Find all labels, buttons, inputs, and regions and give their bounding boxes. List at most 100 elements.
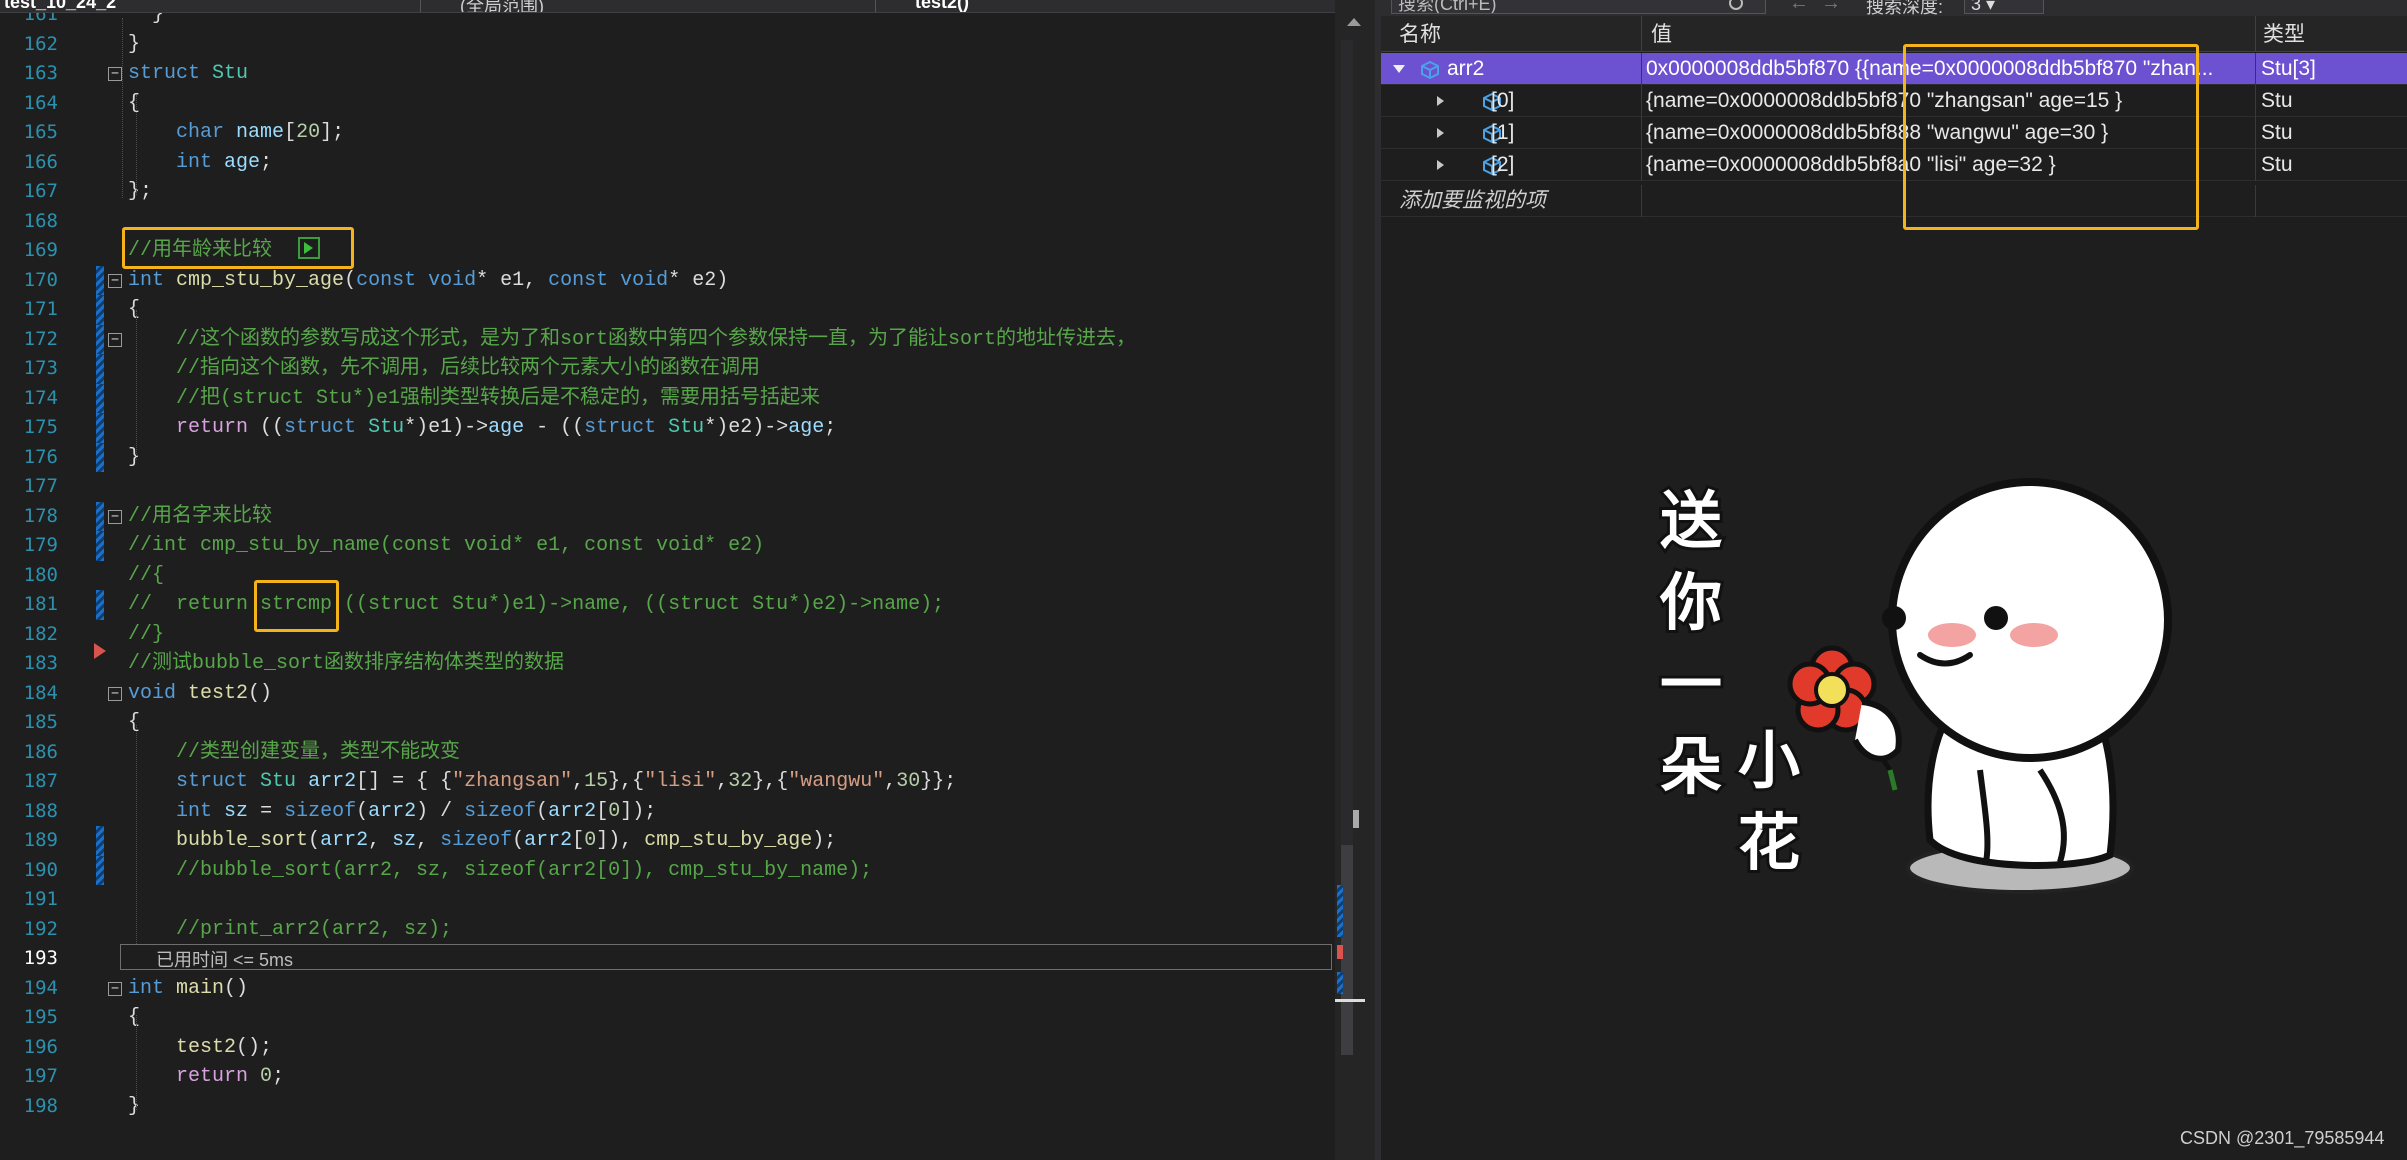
add-watch-row[interactable]: 添加要监视的项 [1381, 185, 2407, 217]
search-input[interactable]: 搜索(Ctrl+E) [1391, 0, 1766, 14]
add-watch-placeholder[interactable]: 添加要监视的项 [1399, 185, 1546, 217]
code-line[interactable]: 176} [0, 442, 1335, 473]
code-line[interactable]: 179 //int cmp_stu_by_name(const void* e1,… [0, 531, 1335, 561]
fold-toggle-icon[interactable]: − [108, 686, 122, 701]
code-text[interactable]: //bubble_sort(arr2, sz, sizeof(arr2[0]),… [128, 856, 872, 886]
code-editor[interactable]: 161 } 162} 163− struct Stu 164{165 char name… [0, 0, 1335, 1160]
code-line[interactable]: 180 //{ [0, 561, 1335, 591]
code-line[interactable]: 162} [0, 30, 1335, 60]
code-line[interactable]: 183 //测试bubble_sort函数排序结构体类型的数据 [0, 649, 1335, 679]
column-header-value[interactable]: 值 [1651, 16, 1672, 52]
code-line[interactable]: 192 //print_arr2(arr2, sz); [0, 915, 1335, 945]
code-line[interactable]: 174 //把(struct Stu*)e1强制类型转换后是不稳定的，需要用括号… [0, 383, 1335, 414]
fold-toggle-icon[interactable]: − [108, 67, 122, 81]
watch-name[interactable]: [0] [1491, 85, 1514, 117]
fold-toggle-icon[interactable]: − [108, 509, 122, 524]
fold-toggle-icon[interactable]: − [108, 273, 122, 288]
member-dropdown[interactable]: test2() [915, 0, 969, 12]
search-depth-select[interactable]: 3 ▾ [1964, 0, 2044, 14]
code-text[interactable]: { [128, 89, 140, 119]
code-line[interactable]: 194 − int main() [0, 974, 1335, 1004]
code-text[interactable]: struct Stu arr2[] = { {"zhangsan",15},{"… [128, 767, 956, 797]
code-text[interactable]: //这个函数的参数写成这个形式，是为了和sort函数中第四个参数保持一直，为了能… [128, 325, 1136, 355]
code-text[interactable]: struct Stu [128, 59, 248, 89]
scroll-up-icon[interactable] [1347, 18, 1361, 26]
code-line[interactable]: 166 int age; [0, 148, 1335, 178]
code-line[interactable]: 172 − //这个函数的参数写成这个形式，是为了和sort函数中第四个参数保持一… [0, 324, 1335, 355]
code-line[interactable]: 195 { [0, 1003, 1335, 1033]
arrow-right-icon[interactable]: → [1821, 0, 1841, 15]
code-text[interactable]: void test2() [128, 679, 272, 709]
code-text[interactable]: int cmp_stu_by_age(const void* e1, const… [128, 266, 728, 296]
code-line[interactable]: 188 int sz = sizeof(arr2) / sizeof(arr2[… [0, 797, 1335, 827]
code-line[interactable]: 175 return ((struct Stu*)e1)->age - ((st… [0, 413, 1335, 443]
watch-name[interactable]: arr2 [1447, 53, 1484, 85]
watch-row[interactable]: [0] {name=0x0000008ddb5bf870 "zhangsan" a… [1381, 85, 2407, 117]
code-text[interactable]: //{ [128, 561, 164, 591]
editor-vertical-scrollbar[interactable] [1335, 0, 1375, 1160]
arrow-left-icon[interactable]: ← [1789, 0, 1809, 15]
code-line[interactable]: 182 //} [0, 620, 1335, 650]
code-line[interactable]: 185 { [0, 708, 1335, 738]
column-header-type[interactable]: 类型 [2263, 16, 2305, 52]
watch-row[interactable]: [1] {name=0x0000008ddb5bf888 "wangwu" age… [1381, 117, 2407, 149]
watch-row[interactable]: arr2 0x0000008ddb5bf870 {{name=0x0000008d… [1381, 53, 2407, 85]
code-line[interactable]: 178 −//用名字来比较 [0, 501, 1335, 532]
code-line[interactable]: 167}; [0, 177, 1335, 207]
code-line[interactable]: 196 test2(); [0, 1033, 1335, 1063]
code-text[interactable]: int sz = sizeof(arr2) / sizeof(arr2[0]); [128, 797, 656, 827]
expand-arrow-icon[interactable] [1437, 160, 1444, 170]
code-text[interactable]: char name[20]; [128, 118, 344, 148]
expand-arrow-icon[interactable] [1437, 128, 1444, 138]
code-text[interactable]: // return strcmp ((struct Stu*)e1)->name… [128, 590, 944, 620]
code-line[interactable]: 163 − struct Stu [0, 59, 1335, 89]
code-text[interactable]: int main() [128, 974, 248, 1004]
project-dropdown[interactable]: test_10_24_2 [4, 0, 116, 12]
code-line[interactable]: 181 // return strcmp ((struct Stu*)e1)->n… [0, 590, 1335, 620]
code-text[interactable]: }; [128, 177, 152, 207]
fold-toggle-icon[interactable]: − [108, 332, 122, 347]
code-text[interactable]: //指向这个函数，先不调用，后续比较两个元素大小的函数在调用 [128, 354, 760, 384]
watch-name[interactable]: [1] [1491, 117, 1514, 149]
code-line[interactable]: 190 //bubble_sort(arr2, sz, sizeof(arr2[… [0, 855, 1335, 886]
expand-arrow-icon[interactable] [1437, 96, 1444, 106]
code-line[interactable]: 165 char name[20]; [0, 118, 1335, 148]
expand-arrow-open-icon[interactable] [1393, 65, 1405, 73]
code-line[interactable]: 187 struct Stu arr2[] = { {"zhangsan",15… [0, 767, 1335, 797]
code-text[interactable]: //把(struct Stu*)e1强制类型转换后是不稳定的，需要用括号括起来 [128, 384, 820, 414]
code-text[interactable]: } [128, 30, 140, 60]
fold-toggle-icon[interactable]: − [108, 981, 122, 996]
code-text[interactable]: } [128, 443, 140, 473]
code-line[interactable]: 164 { [0, 89, 1335, 119]
scope-dropdown[interactable]: (全局范围) [460, 0, 544, 12]
column-divider[interactable] [1641, 16, 1642, 52]
code-text[interactable]: //int cmp_stu_by_name(const void* e1, co… [128, 531, 764, 561]
code-line[interactable]: 197 return 0; [0, 1062, 1335, 1092]
code-text[interactable]: //测试bubble_sort函数排序结构体类型的数据 [128, 649, 564, 679]
code-text[interactable]: //} [128, 620, 164, 650]
code-line[interactable]: 170− int cmp_stu_by_age(const void* e1, c… [0, 265, 1335, 296]
run-icon[interactable] [298, 237, 320, 259]
watch-name[interactable]: [2] [1491, 149, 1514, 181]
code-text[interactable]: //print_arr2(arr2, sz); [128, 915, 452, 945]
code-text[interactable]: { [128, 708, 140, 738]
code-text[interactable]: int age; [128, 148, 272, 178]
code-text[interactable]: bubble_sort(arr2, sz, sizeof(arr2[0]), c… [128, 826, 836, 856]
code-text[interactable]: //用名字来比较 [128, 502, 272, 532]
code-line[interactable]: 173 //指向这个函数，先不调用，后续比较两个元素大小的函数在调用 [0, 354, 1335, 384]
code-text[interactable]: } [128, 1092, 140, 1122]
column-divider[interactable] [2255, 16, 2256, 52]
code-text[interactable]: test2(); [128, 1033, 272, 1063]
code-line[interactable]: 177 [0, 472, 1335, 502]
code-line[interactable]: 184 − void test2() [0, 679, 1335, 709]
watch-row[interactable]: [2] {name=0x0000008ddb5bf8a0 "lisi" age=3… [1381, 149, 2407, 181]
code-line[interactable]: 189 bubble_sort(arr2, sz, sizeof(arr2[0]… [0, 826, 1335, 856]
code-text[interactable]: { [128, 1003, 140, 1033]
code-text[interactable]: //类型创建变量，类型不能改变 [128, 738, 460, 768]
code-line[interactable]: 191 [0, 885, 1335, 915]
code-line[interactable]: 186 //类型创建变量，类型不能改变 [0, 738, 1335, 768]
code-text[interactable]: return 0; [128, 1062, 284, 1092]
code-lines[interactable]: 161 } 162} 163− struct Stu 164{165 char name… [0, 0, 1335, 1160]
code-text[interactable]: return ((struct Stu*)e1)->age - ((struct… [128, 413, 836, 443]
code-text[interactable]: { [128, 295, 140, 325]
